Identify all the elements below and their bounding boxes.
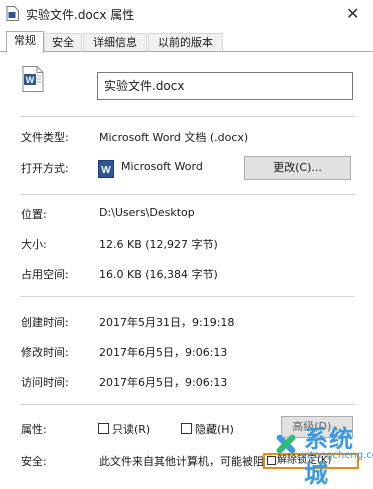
file-type-value: Microsoft Word 文档 (.docx) [99,131,249,144]
close-icon[interactable]: ✕ [346,4,359,23]
hidden-checkbox[interactable] [181,423,192,434]
attributes-label: 属性: [21,423,47,436]
security-text: 此文件来自其他计算机，可能被阻 [99,455,264,468]
open-with-value: Microsoft Word [121,160,203,173]
location-value: D:\Users\Desktop [99,206,195,219]
size-label: 大小: [21,238,47,251]
modified-label: 修改时间: [21,346,69,359]
word-document-icon: W [22,66,44,92]
created-value: 2017年5月31日，9:19:18 [99,316,235,329]
readonly-label[interactable]: 只读(R) [112,421,150,437]
accessed-value: 2017年6月5日，9:06:13 [99,376,228,389]
tab-general[interactable]: 常规 [6,31,44,53]
location-label: 位置: [21,208,47,221]
title-bar: 实验文件.docx 属性 ✕ [0,0,373,28]
word-icon-letter: W [26,75,35,85]
tab-security[interactable]: 安全 [44,33,82,52]
tab-details[interactable]: 详细信息 [83,33,147,52]
word-app-icon: W [98,160,114,178]
modified-value: 2017年6月5日，9:06:13 [99,346,228,359]
tab-strip: 常规 安全 详细信息 以前的版本 [0,31,373,53]
document-icon [6,6,19,21]
disk-size-value: 16.0 KB (16,384 字节) [99,268,218,281]
divider [20,116,355,117]
divider [20,404,355,405]
change-button[interactable]: 更改(C)... [244,156,351,180]
general-panel [0,51,373,470]
security-label: 安全: [21,455,47,468]
window-title: 实验文件.docx 属性 [26,8,135,22]
created-label: 创建时间: [21,316,69,329]
tab-previous-versions[interactable]: 以前的版本 [148,33,223,52]
disk-size-label: 占用空间: [21,268,69,281]
file-name-input[interactable]: 实验文件.docx [97,72,353,100]
readonly-checkbox[interactable] [98,423,109,434]
accessed-label: 访问时间: [21,376,69,389]
open-with-label: 打开方式: [21,162,69,175]
hidden-label[interactable]: 隐藏(H) [195,421,234,437]
word-app-icon-letter: W [101,165,111,176]
divider [20,296,355,297]
watermark-url: xitongcheng.com [301,450,373,461]
size-value: 12.6 KB (12,927 字节) [99,238,218,251]
file-type-label: 文件类型: [21,131,69,144]
divider [20,194,355,195]
